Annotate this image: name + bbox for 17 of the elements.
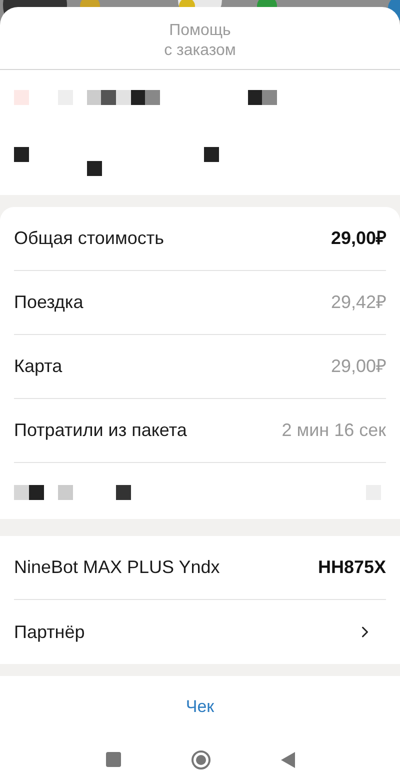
row-label: Партнёр xyxy=(14,620,85,644)
row-label: Карта xyxy=(14,355,62,378)
row-label: Потратили из пакета xyxy=(14,419,187,442)
row-value: 29,00₽ xyxy=(330,227,386,250)
recent-apps-icon[interactable] xyxy=(106,752,120,767)
row-label: Общая стоимость xyxy=(14,227,164,250)
back-icon[interactable] xyxy=(280,752,294,768)
sheet-title: Помощь xyxy=(169,21,231,41)
row-value: 29,42₽ xyxy=(330,291,386,314)
row-value: 29,00₽ xyxy=(330,355,386,378)
sheet-title: с заказом xyxy=(164,41,236,61)
row-label: NineBot MAX PLUS Yndx xyxy=(14,556,220,579)
row-value: 2 мин 16 сек xyxy=(282,419,386,442)
receipt-link[interactable]: Чек xyxy=(186,694,214,720)
home-icon[interactable] xyxy=(190,750,210,770)
row-value: HH875X xyxy=(318,556,386,579)
row-label: Поездка xyxy=(14,291,84,314)
